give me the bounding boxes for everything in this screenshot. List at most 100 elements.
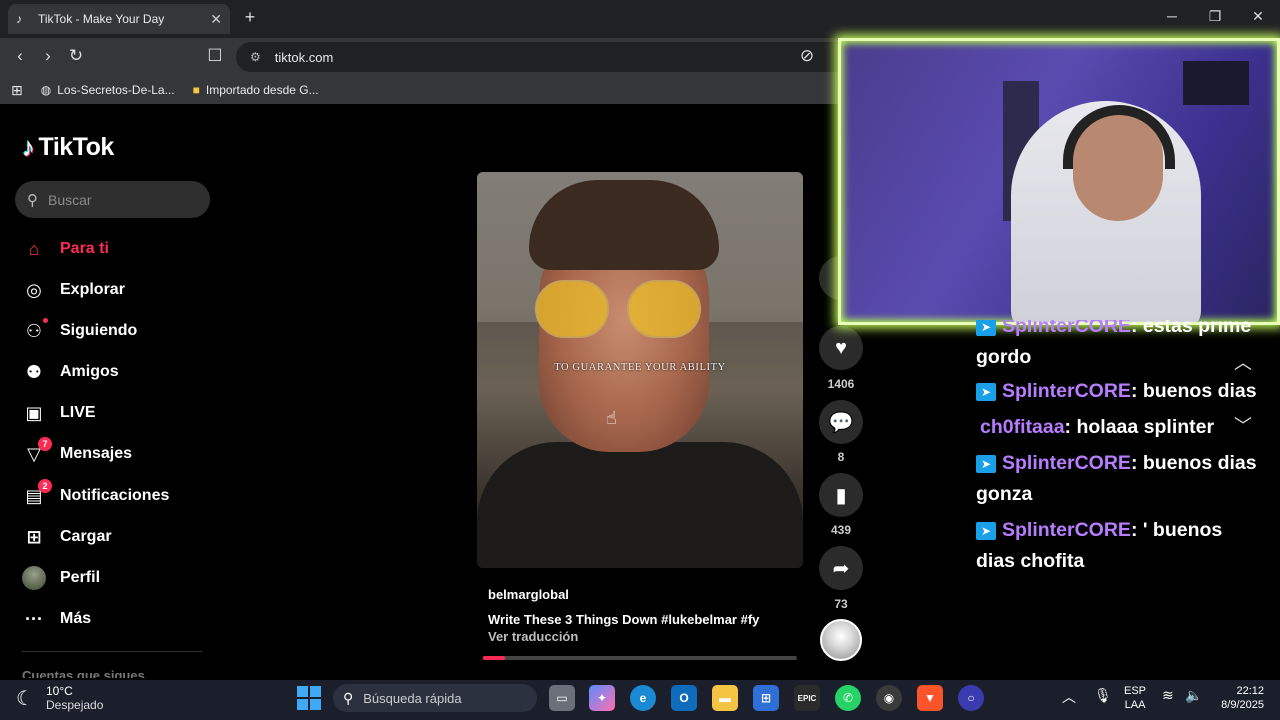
nav-label: Siguiendo — [60, 322, 138, 339]
apps-grid-icon[interactable]: ⊞ — [11, 82, 23, 99]
windows-start-icon[interactable] — [297, 686, 321, 710]
chat-message: ➤ SplinterCORE: buenos dias — [976, 376, 1266, 407]
nav-explorar[interactable]: ◎ Explorar — [22, 274, 212, 306]
nav-label: Mensajes — [60, 445, 133, 462]
camera-blocked-icon[interactable]: ⊘ — [795, 44, 819, 68]
browser-tab[interactable]: ♪ TikTok - Make Your Day ✕ — [8, 4, 230, 34]
nav-siguiendo[interactable]: ⚇ Siguiendo — [22, 315, 212, 347]
nav-label: Notificaciones — [60, 487, 170, 504]
lang-layout: LAA — [1124, 699, 1146, 711]
nav-perfil[interactable]: Perfil — [22, 562, 212, 594]
search-input[interactable] — [48, 191, 188, 208]
new-tab-button[interactable]: + — [240, 7, 260, 29]
moon-weather-icon[interactable]: ☾ — [16, 686, 34, 711]
webcam-overlay — [838, 38, 1280, 325]
search-icon: ⚲ — [343, 689, 354, 706]
obs-icon[interactable]: ◉ — [876, 685, 902, 711]
wifi-icon[interactable]: ≋ — [1162, 687, 1174, 704]
weather-temp: 10°C — [46, 684, 73, 698]
like-button[interactable]: ♥ — [819, 326, 863, 370]
copilot-icon[interactable]: ✦ — [589, 685, 615, 711]
file-explorer-icon[interactable]: ▬ — [712, 685, 738, 711]
share-button[interactable]: ➦ — [819, 546, 863, 590]
volume-icon[interactable]: 🔈 — [1185, 687, 1202, 704]
nav-mas[interactable]: ··· Más — [22, 603, 212, 635]
clock[interactable]: 22:12 8/9/2025 — [1212, 684, 1264, 712]
nav-cargar[interactable]: ⊞ Cargar — [22, 521, 212, 553]
heart-icon: ♥ — [835, 336, 847, 359]
bookmarks-bar: ⊞ ◍ Los-Secretos-De-La... ■ Importado de… — [0, 76, 840, 104]
video-progress-bar[interactable] — [483, 656, 797, 660]
folder-icon: ■ — [192, 83, 200, 97]
epic-games-icon[interactable]: EPIC — [794, 685, 820, 711]
taskbar-search[interactable]: ⚲ Búsqueda rápida — [333, 684, 537, 712]
live-icon: ▣ — [25, 402, 43, 423]
globe-icon: ◍ — [40, 83, 52, 97]
chat-user: SplinterCORE — [1002, 452, 1131, 474]
logo-text: TikTok — [38, 133, 115, 161]
nav-label: LIVE — [60, 404, 96, 421]
comment-button[interactable]: 💬 — [819, 400, 863, 444]
brave-icon[interactable]: ▼ — [917, 685, 943, 711]
bookmark-page-icon[interactable]: ☐ — [203, 44, 227, 68]
chat-badge-icon: ➤ — [976, 320, 996, 336]
translate-link[interactable]: Ver traducción — [488, 629, 578, 644]
outlook-icon[interactable]: O — [671, 685, 697, 711]
like-count: 1406 — [827, 377, 855, 391]
store-icon[interactable]: ⊞ — [753, 685, 779, 711]
whatsapp-icon[interactable]: ✆ — [835, 685, 861, 711]
taskbar-search-placeholder: Búsqueda rápida — [363, 690, 462, 706]
language-indicator[interactable]: ESP LAA — [1124, 684, 1146, 712]
search-icon: ⚲ — [27, 191, 38, 209]
chat-user: SplinterCORE — [1002, 320, 1131, 337]
minimize-icon[interactable]: ─ — [1158, 8, 1186, 30]
bookmark-item[interactable]: ◍ Los-Secretos-De-La... — [41, 83, 175, 97]
search-box[interactable]: ⚲ — [15, 181, 210, 218]
nav-mensajes[interactable]: ▽ 7 Mensajes — [22, 437, 212, 470]
chat-user: SplinterCORE — [1002, 519, 1131, 541]
nav-amigos[interactable]: ⚉ Amigos — [22, 356, 212, 388]
cortana-icon[interactable]: ○ — [958, 685, 984, 711]
tab-title: TikTok - Make Your Day — [38, 12, 165, 26]
nav-notificaciones[interactable]: ▤ 2 Notificaciones — [22, 479, 212, 512]
sound-avatar[interactable] — [820, 619, 862, 661]
chat-message: ➤ SplinterCORE: ' buenos dias chofita — [976, 515, 1266, 577]
close-window-icon[interactable]: ✕ — [1244, 8, 1272, 30]
notifications-icon: ▤ 2 — [22, 479, 52, 508]
scroll-down-chevron-icon[interactable]: ﹀ — [1226, 412, 1260, 436]
messages-icon: ▽ 7 — [22, 437, 52, 466]
tab-close-icon[interactable]: ✕ — [210, 11, 222, 28]
address-bar[interactable]: ⚙ tiktok.com — [236, 42, 840, 72]
lang-code: ESP — [1124, 685, 1147, 697]
sunglasses-left — [535, 280, 609, 338]
nav-live[interactable]: ▣ LIVE — [22, 397, 212, 429]
task-view-icon[interactable]: ▭ — [549, 685, 575, 711]
weather-desc: Despejado — [46, 698, 104, 712]
edge-icon[interactable]: e — [630, 685, 656, 711]
chat-message: ➤ SplinterCORE: buenos dias gonza — [976, 448, 1266, 510]
sidebar-divider — [22, 651, 202, 652]
reload-icon[interactable]: ↻ — [64, 44, 88, 68]
tiktok-logo[interactable]: ♪ TikTok — [22, 132, 114, 163]
bookmark-label: Importado desde G... — [205, 83, 319, 97]
share-count: 73 — [834, 597, 848, 611]
comment-count: 8 — [837, 450, 845, 464]
nav-para-ti[interactable]: ⌂ Para ti — [22, 233, 212, 265]
tray-chevron-up-icon[interactable]: ︿ — [1062, 687, 1076, 707]
forward-icon[interactable]: › — [36, 44, 60, 68]
bookmark-button[interactable]: ▮ — [819, 473, 863, 517]
video-author[interactable]: belmarglobal — [488, 587, 569, 602]
scroll-up-chevron-icon[interactable]: ︿ — [1226, 349, 1260, 373]
site-info-icon[interactable]: ⚙ — [250, 50, 261, 64]
chat-user: SplinterCORE — [1002, 380, 1131, 402]
back-icon[interactable]: ‹ — [8, 44, 32, 68]
bookmark-label: Los-Secretos-De-La... — [57, 83, 175, 97]
url-text: tiktok.com — [274, 49, 334, 65]
nav-label: Cargar — [60, 528, 112, 545]
compass-icon: ◎ — [26, 279, 42, 300]
bookmark-item[interactable]: ■ Importado desde G... — [193, 83, 319, 97]
restore-icon[interactable]: ❐ — [1201, 8, 1229, 30]
microphone-icon[interactable]: 🎙 — [1094, 687, 1112, 704]
friends-icon: ⚉ — [25, 361, 43, 382]
bookmark-count: 439 — [830, 523, 852, 537]
